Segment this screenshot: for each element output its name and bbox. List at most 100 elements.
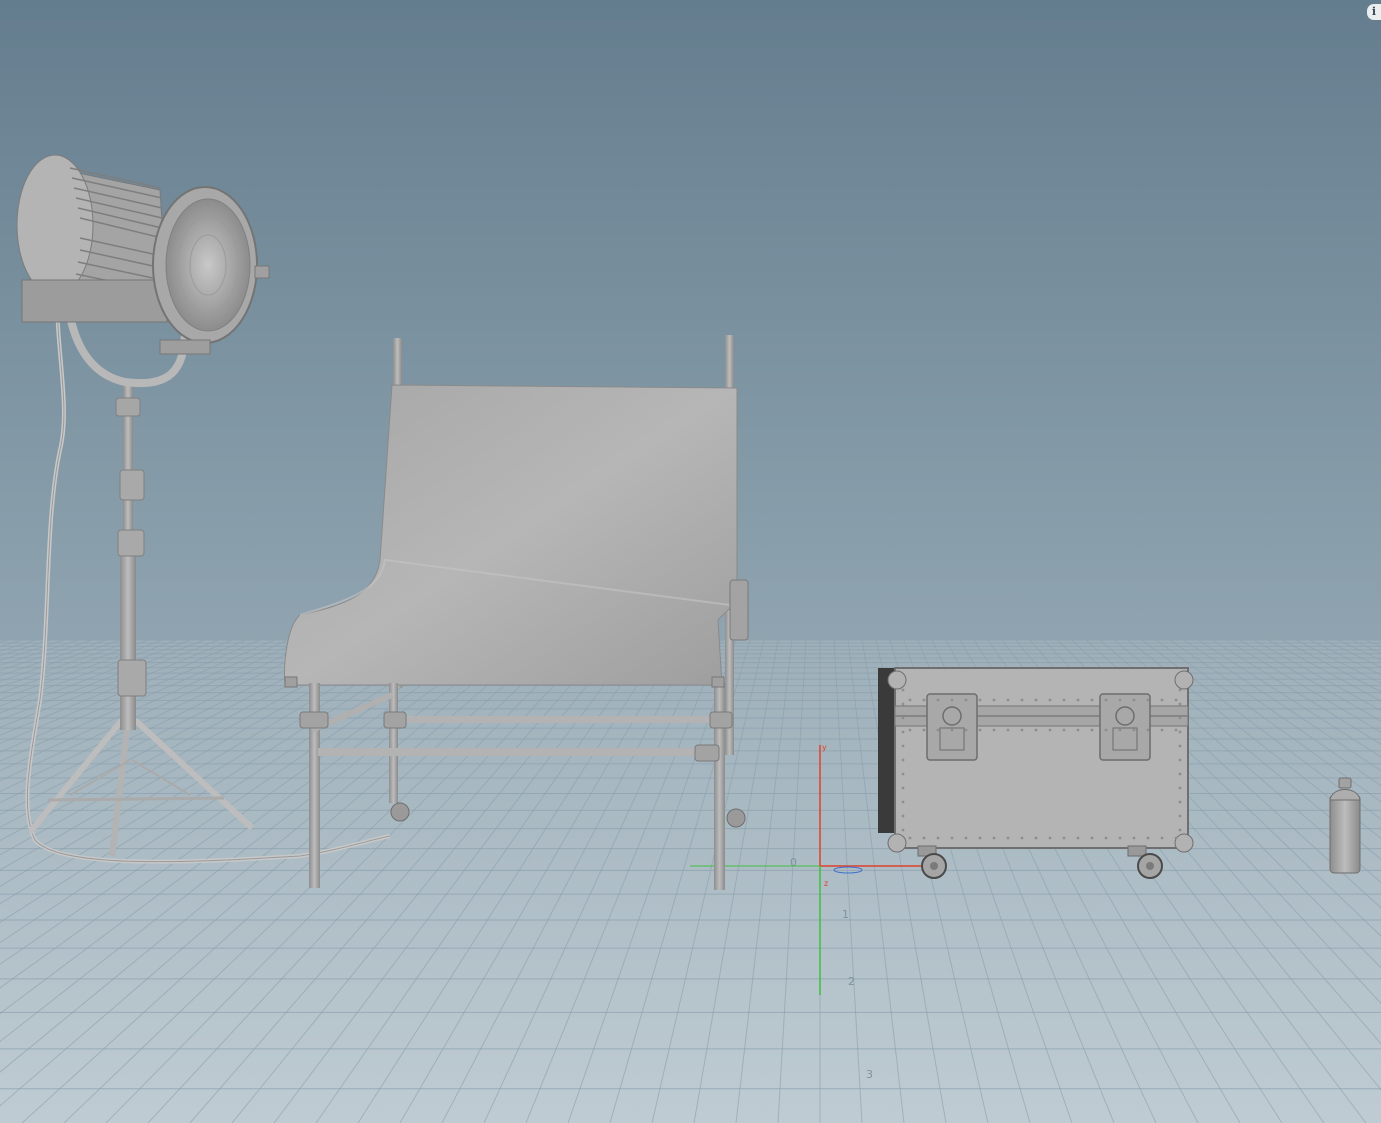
case-rivet xyxy=(1178,786,1182,790)
case-rivet xyxy=(1006,836,1010,840)
case-rivet xyxy=(1104,728,1108,732)
case-rivet xyxy=(922,836,926,840)
stand-knob-1 xyxy=(115,397,141,417)
case-rivet xyxy=(1062,698,1066,702)
case-rivet xyxy=(908,728,912,732)
case-rivet xyxy=(1020,836,1024,840)
case-rivet xyxy=(1118,698,1122,702)
table-crossbar-upper xyxy=(392,716,722,723)
sheet-edge-clip-right xyxy=(711,676,725,688)
fresnel-lens xyxy=(165,198,251,332)
case-rivet xyxy=(901,828,905,832)
case-rivet xyxy=(1178,730,1182,734)
case-rivet xyxy=(1020,728,1024,732)
table-clamp-1 xyxy=(299,711,329,729)
table-crossbar-lower xyxy=(318,748,718,756)
case-rivet xyxy=(1178,814,1182,818)
spray-can-body xyxy=(1329,794,1361,874)
case-rivet xyxy=(1006,698,1010,702)
case-rivet xyxy=(1062,836,1066,840)
case-rivet xyxy=(1178,758,1182,762)
case-rivet xyxy=(950,728,954,732)
case-rivet xyxy=(992,728,996,732)
grid-label-3: 3 xyxy=(866,1068,873,1081)
case-rivet xyxy=(901,716,905,720)
case-rivet xyxy=(964,728,968,732)
case-rivet xyxy=(1034,836,1038,840)
light-bottom-bracket xyxy=(159,339,211,355)
case-rivet xyxy=(901,688,905,692)
light-back-cap xyxy=(16,154,94,296)
table-wheel-left xyxy=(390,802,410,822)
case-rivet xyxy=(908,698,912,702)
case-rivet xyxy=(1178,772,1182,776)
case-rivet xyxy=(1178,702,1182,706)
table-clamp-3 xyxy=(709,711,733,729)
case-rivet xyxy=(992,698,996,702)
case-rivet xyxy=(1160,698,1164,702)
case-rivet xyxy=(1090,698,1094,702)
case-rivet xyxy=(978,836,982,840)
case-corner-bl xyxy=(887,833,907,853)
case-rivet xyxy=(1118,836,1122,840)
case-rivet xyxy=(908,836,912,840)
spray-can[interactable] xyxy=(1329,777,1361,874)
case-rivet xyxy=(1104,698,1108,702)
case-rivet xyxy=(936,836,940,840)
case-corner-tr xyxy=(1174,670,1194,690)
table-leg-back-left xyxy=(389,683,398,803)
table-clamp-4 xyxy=(694,744,720,762)
case-rivet xyxy=(950,698,954,702)
case-rivet xyxy=(1048,728,1052,732)
case-rivet xyxy=(1146,728,1150,732)
table-clamp-2 xyxy=(383,711,407,729)
case-rivet xyxy=(1006,728,1010,732)
case-rivet xyxy=(950,836,954,840)
3d-viewport[interactable]: 0 1 2 3 y z i xyxy=(0,0,1381,1123)
case-rivet xyxy=(1034,698,1038,702)
case-rivet xyxy=(1132,698,1136,702)
case-rivet xyxy=(1076,698,1080,702)
case-rivet xyxy=(1178,716,1182,720)
case-rivet xyxy=(901,758,905,762)
viewport-info-icon[interactable]: i xyxy=(1367,4,1381,20)
spray-can-nozzle xyxy=(1338,777,1352,789)
case-rivet xyxy=(978,728,982,732)
case-rivet xyxy=(1090,728,1094,732)
table-side-bracket xyxy=(729,579,749,641)
case-rivet xyxy=(1062,728,1066,732)
case-rivet xyxy=(1160,836,1164,840)
case-rivet xyxy=(1132,836,1136,840)
z-axis-label: z xyxy=(824,879,828,888)
light-base-plate xyxy=(21,279,168,323)
sheet-edge-clip-left xyxy=(284,676,298,688)
case-latch-left xyxy=(926,693,978,761)
case-rivet xyxy=(901,786,905,790)
case-latch-right xyxy=(1099,693,1151,761)
case-rivet xyxy=(1020,698,1024,702)
case-rivet xyxy=(1048,836,1052,840)
case-rivet xyxy=(901,814,905,818)
case-rivet xyxy=(936,698,940,702)
case-rivet xyxy=(1076,836,1080,840)
stand-knob-2 xyxy=(119,469,145,501)
case-rivet xyxy=(964,698,968,702)
case-rivet xyxy=(1146,698,1150,702)
y-axis-label: y xyxy=(822,743,827,752)
case-rivet xyxy=(1178,688,1182,692)
case-rivet xyxy=(901,702,905,706)
case-rivet xyxy=(901,772,905,776)
case-rivet xyxy=(1178,800,1182,804)
tripod-brace-1 xyxy=(47,796,225,802)
case-rivet xyxy=(901,800,905,804)
case-rivet xyxy=(1178,828,1182,832)
case-rivet xyxy=(901,744,905,748)
case-rivet xyxy=(922,728,926,732)
case-rivet xyxy=(1090,836,1094,840)
case-rivet xyxy=(1076,728,1080,732)
case-rivet xyxy=(1178,744,1182,748)
scene-svg[interactable]: 0 1 2 3 y z xyxy=(0,0,1381,1123)
stand-knob-4 xyxy=(117,659,147,697)
case-rivet xyxy=(1174,836,1178,840)
flight-case[interactable] xyxy=(878,667,1194,879)
